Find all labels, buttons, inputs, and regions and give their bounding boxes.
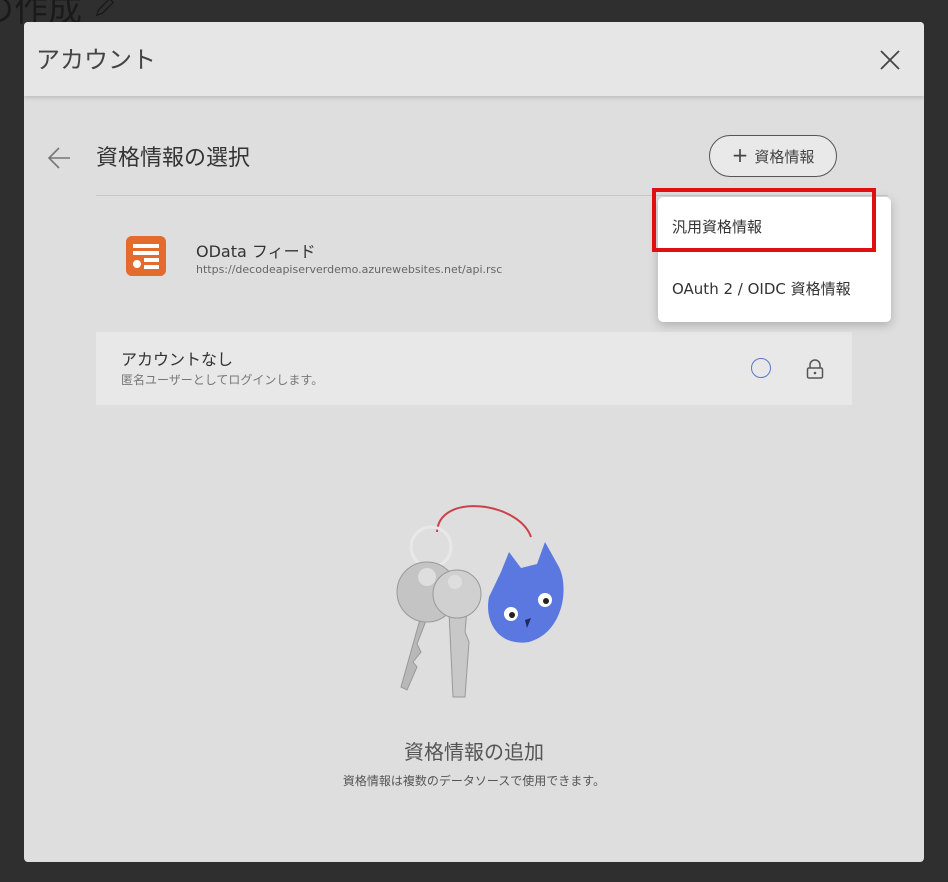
data-source-name: OData フィード: [196, 242, 316, 261]
dialog-header: アカウント: [24, 22, 924, 96]
no-account-subtitle: 匿名ユーザーとしてログインします。: [121, 373, 324, 387]
menu-item-oauth-credential[interactable]: OAuth 2 / OIDC 資格情報: [658, 259, 891, 317]
empty-state-subtitle: 資格情報は複数のデータソースで使用できます。: [342, 774, 606, 788]
menu-item-label: OAuth 2 / OIDC 資格情報: [672, 279, 851, 298]
account-dialog: アカウント 資格情報の選択 + 資格情報 OData フィード https://…: [24, 22, 924, 862]
odata-feed-icon: [126, 236, 166, 276]
no-account-radio[interactable]: [751, 358, 771, 378]
add-credential-label: 資格情報: [754, 147, 815, 166]
no-account-title: アカウントなし: [121, 350, 234, 369]
plus-icon: +: [731, 143, 749, 167]
keys-illustration: [396, 505, 564, 698]
menu-item-generic-credential[interactable]: 汎用資格情報: [658, 197, 891, 255]
section-title: 資格情報の選択: [96, 146, 251, 171]
lock-icon: [806, 359, 824, 379]
data-source-url: https://decodeapiserverdemo.azurewebsite…: [196, 263, 503, 276]
menu-item-label: 汎用資格情報: [672, 217, 763, 236]
credential-type-dropdown: 汎用資格情報 OAuth 2 / OIDC 資格情報: [658, 197, 891, 322]
pencil-icon: [95, 0, 115, 16]
section-divider: [96, 195, 888, 196]
add-credential-button[interactable]: + 資格情報: [709, 135, 837, 177]
empty-state-title: 資格情報の追加: [404, 740, 544, 764]
close-icon[interactable]: [878, 48, 902, 72]
dialog-title: アカウント: [36, 46, 156, 74]
no-account-option[interactable]: アカウントなし 匿名ユーザーとしてログインします。: [96, 332, 852, 405]
arrow-left-icon[interactable]: [46, 144, 74, 172]
